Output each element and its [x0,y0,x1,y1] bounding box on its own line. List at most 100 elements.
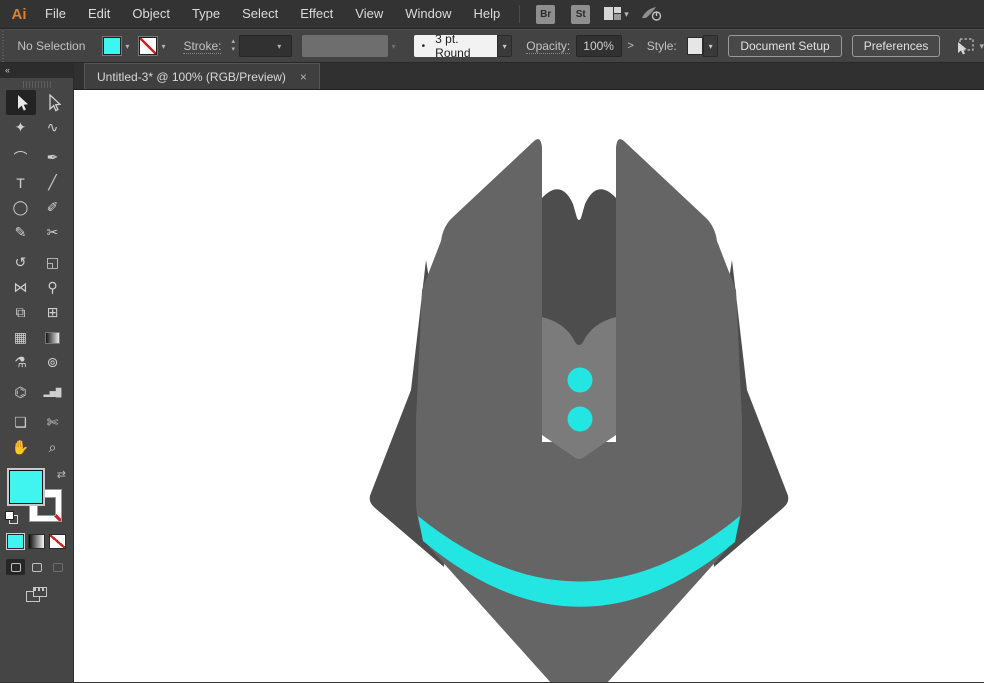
preferences-button[interactable]: Preferences [851,35,941,57]
mesh-tool[interactable]: ▦ [6,325,36,350]
gpu-performance-icon [641,7,661,21]
brush-dot-icon: • [421,40,426,52]
menubar-divider [519,5,521,23]
tools-panel-collapse[interactable]: « [0,63,73,78]
menu-items: File Edit Object Type Select Effect View Window… [34,0,511,28]
menu-object[interactable]: Object [121,0,181,28]
opacity-label[interactable]: Opacity: [526,39,571,54]
opacity-arrow-icon[interactable]: > [622,40,638,52]
chevron-down-icon: ▾ [624,8,629,19]
style-label: Style: [646,39,677,53]
tools-panel-grip[interactable] [0,78,73,90]
line-segment-tool[interactable]: ╱ [38,170,68,195]
select-similar-button[interactable]: ▾ [954,37,984,55]
chevron-down-icon: ▾ [979,40,984,51]
slice-tool[interactable]: ✄ [38,410,68,435]
curvature-tool[interactable]: ⌒ [6,145,36,170]
document-tab-title: Untitled-3* @ 100% (RGB/Preview) [97,69,286,84]
tab-close-icon[interactable]: × [300,70,307,84]
menu-effect[interactable]: Effect [289,0,344,28]
perspective-grid-tool[interactable]: ⊞ [38,300,68,325]
arrow-glyph [17,94,28,111]
artboard-tool[interactable]: ❏ [6,410,36,435]
swap-fill-stroke-icon[interactable]: ⇄ [57,468,66,481]
tools-panel: « ✦ ∿ ⌒ ✒ T ╱ ◯ ✐ ✎ ✂ ↺ ◱ ⋈ ⚲ ⧉ ⊞ ▦ ⚗ ⊚ ⌬ ▂▅█ ❏ ✄ ✋ ⌕ ⇄ [0,63,74,682]
brush-definition-dropdown[interactable]: • 3 pt. Round [413,32,497,60]
arrange-documents-icon [604,7,622,20]
artboard-canvas[interactable] [74,90,984,682]
selection-status: No Selection [17,39,86,53]
style-swatch[interactable] [686,37,703,55]
opacity-field[interactable]: 100% [576,35,623,57]
draw-behind-button[interactable] [27,559,46,575]
stroke-weight-stepper[interactable]: ▴ ▾ [227,35,239,57]
document-tab[interactable]: Untitled-3* @ 100% (RGB/Preview) × [84,63,320,89]
style-chevron-button[interactable]: ▾ [703,35,719,57]
direct-selection-tool[interactable] [38,90,68,115]
fill-chevron-icon[interactable]: ▾ [121,42,133,51]
fill-stroke-indicator: ⇄ [0,468,73,526]
document-tab-strip: Untitled-3* @ 100% (RGB/Preview) × [74,63,984,90]
control-bar-grip[interactable] [0,30,6,62]
menu-select[interactable]: Select [231,0,289,28]
fill-indicator[interactable] [7,468,45,506]
screen-mode-button[interactable] [0,587,73,603]
pen-tool[interactable]: ✒ [38,145,68,170]
scale-tool[interactable]: ◱ [38,250,68,275]
gradient-tool[interactable] [38,325,68,350]
lasso-tool[interactable]: ∿ [38,115,68,140]
stock-button[interactable]: St [571,4,591,24]
stroke-weight-field[interactable]: ▾ [239,35,293,57]
draw-normal-button[interactable] [6,559,25,575]
screen-mode-icon [25,587,48,603]
brush-chevron-button[interactable]: ▾ [496,35,513,57]
menu-file[interactable]: File [34,0,77,28]
paintbrush-tool[interactable]: ✐ [38,195,68,220]
select-similar-icon [958,37,975,54]
menu-type[interactable]: Type [181,0,231,28]
blend-tool[interactable]: ⊚ [38,350,68,375]
tools-grid: ✦ ∿ ⌒ ✒ T ╱ ◯ ✐ ✎ ✂ ↺ ◱ ⋈ ⚲ ⧉ ⊞ ▦ ⚗ ⊚ ⌬ ▂▅█ ❏ ✄ ✋ ⌕ [0,90,73,460]
menu-view[interactable]: View [344,0,394,28]
width-profile-dropdown [302,35,388,57]
pencil-tool[interactable]: ✎ [6,220,36,245]
stroke-chevron-icon[interactable]: ▾ [157,42,169,51]
control-bar: No Selection ▾ ▾ Stroke: ▴ ▾ ▾ ▾ • 3 pt. … [0,29,984,63]
menu-window[interactable]: Window [394,0,462,28]
draw-inside-button [48,559,67,575]
gpu-performance-button[interactable] [641,6,663,22]
zoom-tool[interactable]: ⌕ [38,435,68,460]
mouse-illustration [369,139,789,682]
arrange-documents-button[interactable]: ▾ [604,7,629,21]
stroke-color-swatch[interactable] [138,36,159,56]
default-fill-stroke-icon[interactable] [5,511,18,524]
shape-builder-tool[interactable]: ⧉ [6,300,36,325]
brush-definition-value: 3 pt. Round [435,32,471,60]
ellipse-tool[interactable]: ◯ [6,195,36,220]
hand-tool[interactable]: ✋ [6,435,36,460]
arrow-glyph [48,93,61,111]
column-graph-tool[interactable]: ▂▅█ [38,380,68,405]
rotate-tool[interactable]: ↺ [6,250,36,275]
symbol-sprayer-tool[interactable]: ⌬ [6,380,36,405]
menu-bar: Ai File Edit Object Type Select Effect View Win… [0,0,984,29]
puppet-warp-tool[interactable]: ⚲ [38,275,68,300]
type-tool[interactable]: T [6,170,36,195]
fill-color-swatch[interactable] [102,36,123,56]
selection-tool[interactable] [5,90,36,115]
document-setup-button[interactable]: Document Setup [728,35,842,57]
color-mode-buttons [0,533,73,550]
menu-edit[interactable]: Edit [77,0,121,28]
width-profile-chevron-icon: ▾ [391,41,396,51]
eyedropper-tool[interactable]: ⚗ [6,350,36,375]
gradient-fill-button[interactable] [28,534,45,549]
stroke-label[interactable]: Stroke: [183,39,222,54]
bridge-button[interactable]: Br [536,4,556,24]
menu-help[interactable]: Help [462,0,511,28]
scissors-tool[interactable]: ✂ [38,220,68,245]
none-fill-button[interactable] [49,534,66,549]
magic-wand-tool[interactable]: ✦ [6,115,36,140]
width-tool[interactable]: ⋈ [6,275,36,300]
stroke-weight-chevron-icon: ▾ [277,41,282,51]
color-fill-button[interactable] [6,533,25,550]
